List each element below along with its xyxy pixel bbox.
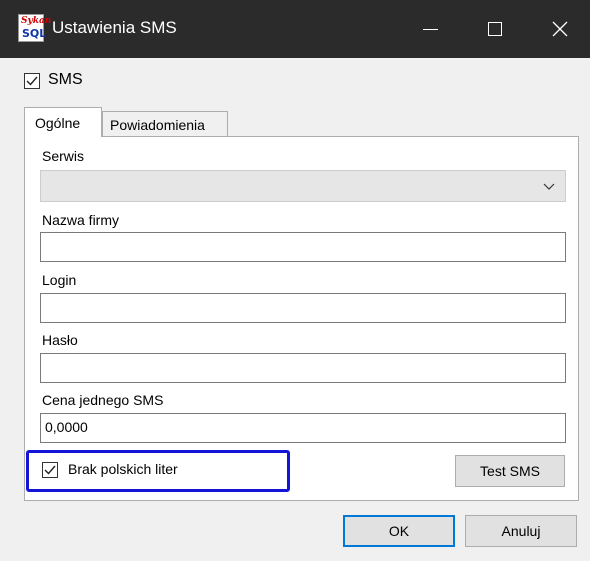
logo-text-top: Sykan: [21, 16, 52, 26]
title-bar[interactable]: Sykan SQL Ustawienia SMS: [0, 0, 590, 58]
close-button[interactable]: [535, 0, 585, 58]
minimize-icon: [423, 29, 438, 30]
maximize-icon: [488, 22, 502, 36]
haslo-label: Hasło: [42, 332, 78, 348]
serwis-select[interactable]: [40, 170, 566, 202]
checkmark-icon: [26, 76, 38, 86]
cena-sms-label: Cena jednego SMS: [42, 392, 164, 408]
nazwa-firmy-label: Nazwa firmy: [42, 212, 120, 228]
sms-checkbox-label[interactable]: SMS: [48, 71, 83, 89]
nazwa-firmy-field[interactable]: [40, 232, 566, 262]
minimize-button[interactable]: [405, 0, 455, 58]
brak-polskich-label[interactable]: Brak polskich liter: [68, 461, 178, 477]
maximize-button[interactable]: [470, 0, 520, 58]
logo-text-bottom: SQL: [22, 27, 47, 40]
ok-button[interactable]: OK: [343, 515, 455, 547]
sms-checkbox[interactable]: [24, 73, 40, 89]
window-title: Ustawienia SMS: [52, 18, 177, 37]
chevron-down-icon: [543, 183, 555, 190]
cancel-button[interactable]: Anuluj: [465, 515, 577, 547]
settings-dialog: Sykan SQL Ustawienia SMS SMS Ogólne Powi…: [0, 0, 590, 561]
password-field[interactable]: [40, 353, 566, 383]
tab-ogolne[interactable]: Ogólne: [24, 107, 102, 137]
serwis-label: Serwis: [42, 148, 85, 164]
app-logo-icon: Sykan SQL: [18, 14, 51, 42]
cena-sms-field[interactable]: 0,0000: [40, 413, 566, 443]
test-sms-button[interactable]: Test SMS: [455, 455, 565, 487]
brak-polskich-checkbox[interactable]: [42, 462, 58, 478]
close-icon: [552, 21, 568, 37]
login-field[interactable]: [40, 293, 566, 323]
checkmark-icon: [44, 465, 56, 475]
login-label: Login: [42, 272, 77, 288]
tab-powiadomienia[interactable]: Powiadomienia: [102, 111, 228, 137]
